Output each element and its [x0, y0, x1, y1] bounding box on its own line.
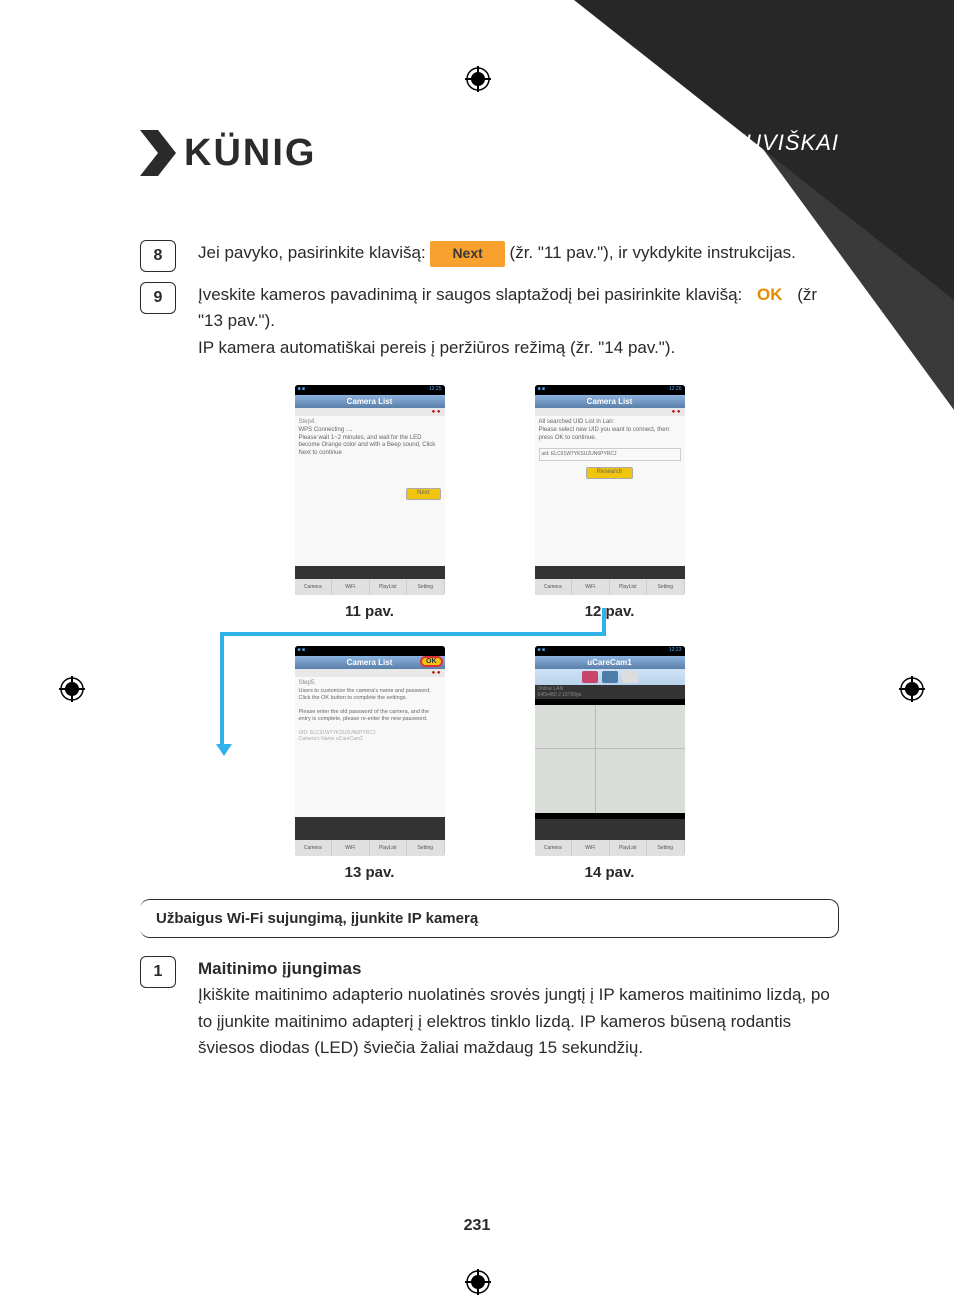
brand-logo: KÜNIG [140, 130, 316, 176]
step-9-number: 9 [140, 282, 176, 314]
figure-row-1: ■ ■12:25 Camera List ● ● Step4. WPS Conn… [140, 385, 839, 620]
registration-mark-right [899, 676, 925, 702]
registration-mark-top [465, 66, 491, 92]
fig13-ok-button: OK [420, 656, 443, 667]
page-number: 231 [0, 1217, 954, 1235]
fig12-uid: uid: ELC91W7YKSU2UN6PYRCJ [539, 448, 681, 461]
section-1-text: Įkiškite maitinimo adapterio nuolatinės … [198, 982, 839, 1061]
phone-screenshot-14: ■ ■12:23 uCareCam1 Online LAN 640x480 2 … [535, 646, 685, 856]
figure-11: ■ ■12:25 Camera List ● ● Step4. WPS Conn… [295, 385, 445, 620]
connector-vert-2 [220, 632, 224, 748]
step-8-number: 8 [140, 240, 176, 272]
wifi-callout: Užbaigus Wi-Fi sujungimą, įjunkite IP ka… [140, 899, 839, 938]
fig14-video-preview [535, 699, 685, 819]
fig13-header: Camera List OK [295, 656, 445, 669]
registration-mark-left [59, 676, 85, 702]
section-1-row: 1 Maitinimo įjungimas Įkiškite maitinimo… [140, 956, 839, 1061]
language-label: LIETUVIŠKAI [695, 130, 839, 156]
figure-11-caption: 11 pav. [295, 603, 445, 620]
step-8-text-a: Jei pavyko, pasirinkite klavišą: [198, 243, 430, 262]
figure-14-caption: 14 pav. [535, 864, 685, 881]
figure-12: ■ ■12:26 Camera List ● ● All searched UI… [535, 385, 685, 620]
phone-screenshot-12: ■ ■12:26 Camera List ● ● All searched UI… [535, 385, 685, 595]
connector-horiz [220, 632, 606, 636]
figure-12-caption: 12 pav. [535, 603, 685, 620]
fig12-research-button: Research [586, 467, 634, 479]
brand-logo-text: KÜNIG [184, 132, 316, 175]
figure-13-caption: 13 pav. [295, 864, 445, 881]
connector-arrowhead [216, 744, 232, 756]
figure-14: ■ ■12:23 uCareCam1 Online LAN 640x480 2 … [535, 646, 685, 881]
next-button-inline: Next [430, 241, 504, 267]
fig12-header: Camera List [535, 395, 685, 408]
phone-screenshot-11: ■ ■12:25 Camera List ● ● Step4. WPS Conn… [295, 385, 445, 595]
phone-screenshot-13: ■ ■ Camera List OK ● ● Step5. Users to c… [295, 646, 445, 856]
step-9-line2: IP kamera automatiškai pereis į peržiūro… [198, 338, 675, 357]
fig11-next-button: Next [406, 488, 440, 500]
fig14-icon-1 [582, 671, 598, 683]
figure-13: ■ ■ Camera List OK ● ● Step5. Users to c… [295, 646, 445, 881]
fig14-icon-3 [622, 671, 638, 683]
fig11-header: Camera List [295, 395, 445, 408]
figure-row-2: ■ ■ Camera List OK ● ● Step5. Users to c… [140, 646, 839, 881]
page-body: 8 Jei pavyko, pasirinkite klavišą: Next … [140, 240, 839, 1071]
registration-mark-bottom [465, 1269, 491, 1295]
section-1-title: Maitinimo įjungimas [198, 956, 839, 982]
section-1-number: 1 [140, 956, 176, 988]
fig14-header: uCareCam1 [535, 656, 685, 669]
fig14-icon-2 [602, 671, 618, 683]
brand-logo-mark [140, 130, 176, 176]
section-1-body: Maitinimo įjungimas Įkiškite maitinimo a… [198, 956, 839, 1061]
